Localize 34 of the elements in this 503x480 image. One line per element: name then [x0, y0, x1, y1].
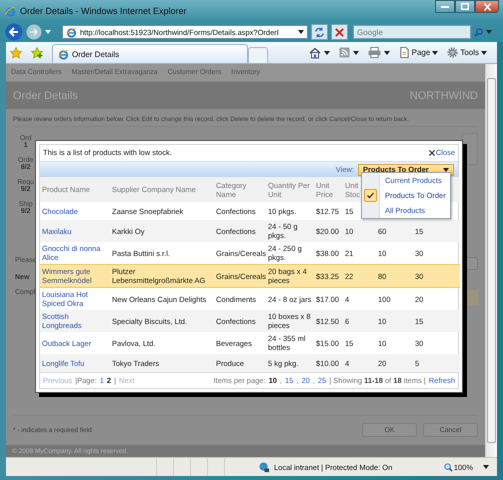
minimize-icon — [441, 6, 449, 8]
globe-icon — [259, 462, 270, 472]
page-icon — [58, 48, 69, 60]
close-icon — [484, 2, 490, 10]
window-title: Order Details - Windows Internet Explorer — [20, 6, 188, 16]
caret-icon[interactable] — [384, 50, 390, 54]
page-icon — [66, 26, 77, 38]
star-icon[interactable] — [10, 46, 22, 58]
caret-icon — [481, 50, 487, 54]
maximize-icon — [461, 3, 469, 10]
stop-icon[interactable] — [331, 24, 348, 40]
close-icon — [428, 150, 435, 156]
caret-icon[interactable] — [483, 465, 489, 469]
tools-menu[interactable]: Tools — [441, 47, 487, 58]
scrollbar[interactable] — [485, 64, 497, 457]
browser-tab[interactable]: Order Details — [52, 44, 248, 63]
search-field[interactable]: Google — [353, 25, 471, 39]
home-icon[interactable] — [308, 46, 321, 58]
gear-icon — [447, 47, 458, 58]
caret-icon — [432, 50, 438, 54]
printer-icon[interactable] — [368, 47, 381, 58]
magnifier-icon — [444, 462, 453, 472]
caret-icon[interactable] — [352, 50, 359, 54]
page-menu[interactable]: Page — [392, 47, 438, 58]
minimize-button[interactable] — [435, 0, 455, 13]
check-icon — [364, 189, 377, 202]
browser-logo-icon — [5, 6, 16, 16]
maximize-button[interactable] — [455, 0, 475, 13]
caret-icon[interactable] — [298, 30, 304, 34]
refresh-icon[interactable] — [311, 24, 328, 40]
caret-icon[interactable] — [324, 50, 330, 54]
close-button[interactable] — [475, 0, 499, 13]
page-icon — [398, 47, 410, 58]
star-plus-icon[interactable] — [31, 46, 43, 58]
